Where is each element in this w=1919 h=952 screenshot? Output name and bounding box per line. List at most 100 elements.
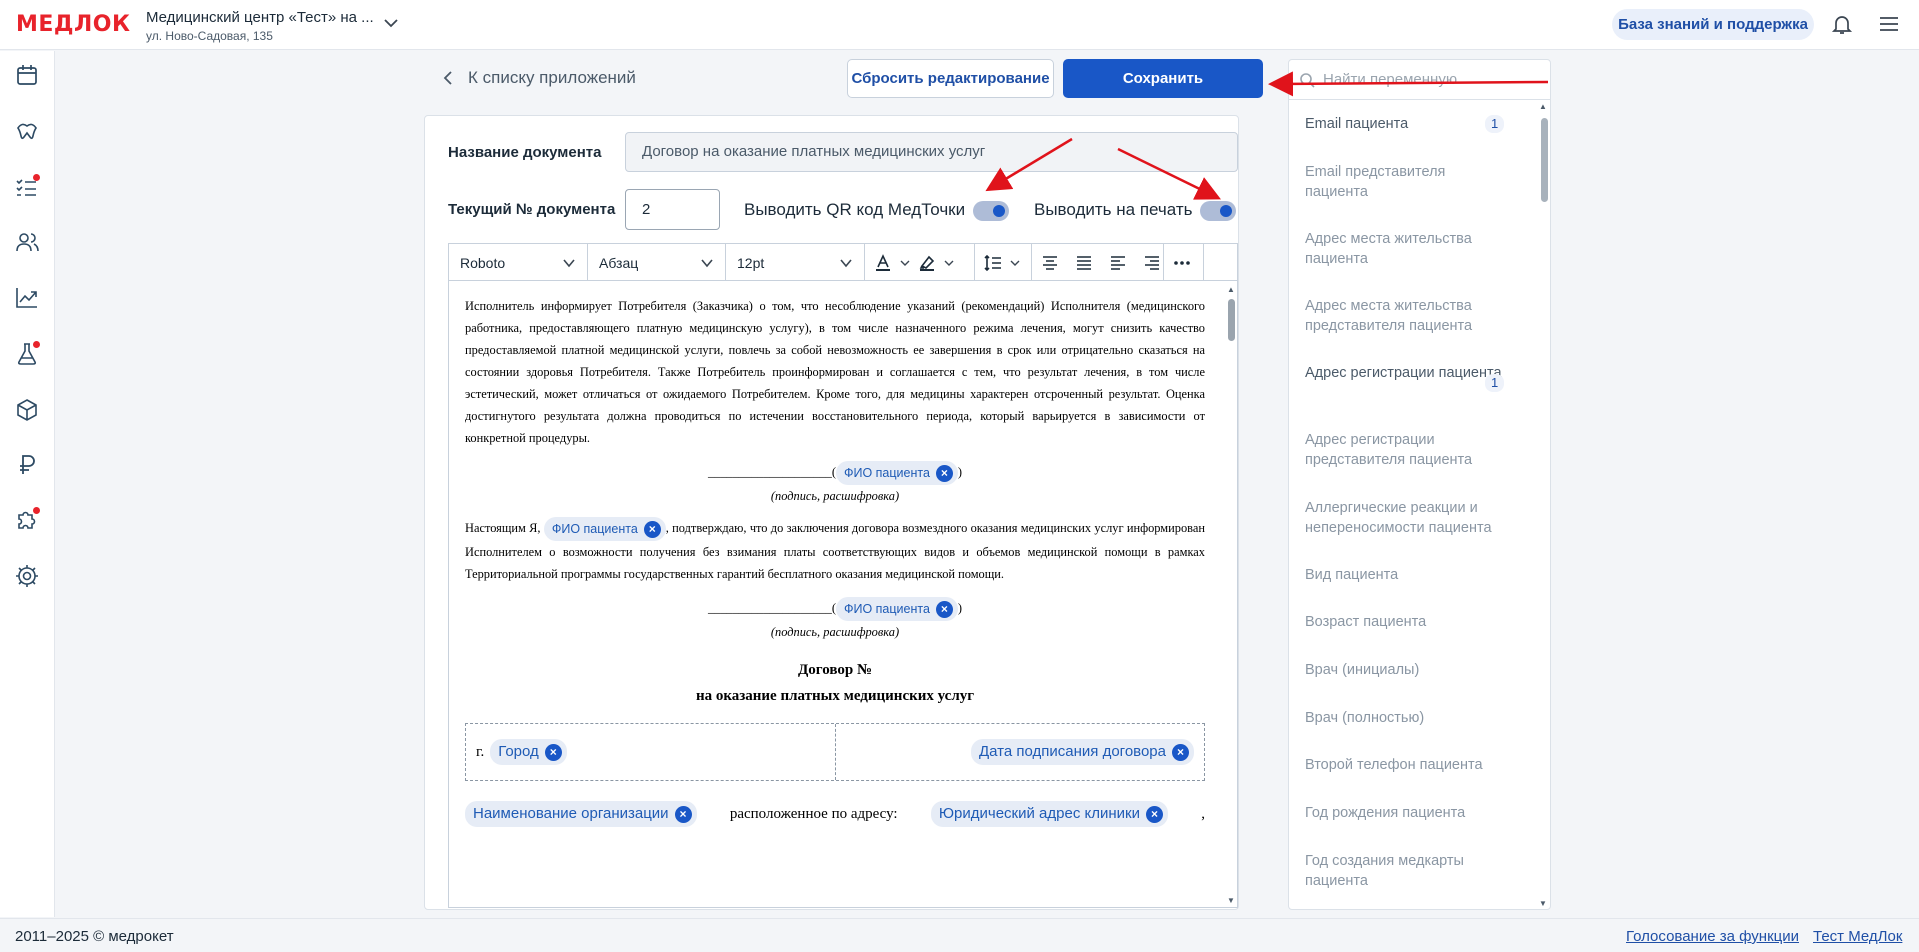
scroll-up-icon[interactable]: ▲ bbox=[1539, 102, 1547, 111]
remove-chip-icon[interactable]: × bbox=[935, 600, 953, 618]
back-link-label: К списку приложений bbox=[468, 68, 636, 87]
back-link[interactable]: К списку приложений bbox=[440, 68, 636, 88]
scroll-down-icon[interactable]: ▼ bbox=[1539, 899, 1547, 908]
sidebar bbox=[0, 51, 55, 943]
variable-chip[interactable]: Юридический адрес клиники × bbox=[930, 801, 1168, 828]
variable-item[interactable]: Адрес регистрации пациента bbox=[1305, 363, 1505, 383]
save-button[interactable]: Сохранить bbox=[1063, 59, 1263, 98]
variable-item[interactable]: Адрес места жительства пациента bbox=[1305, 229, 1505, 269]
align-right-icon[interactable] bbox=[1142, 253, 1162, 273]
scroll-up-icon[interactable]: ▲ bbox=[1227, 285, 1235, 294]
notification-dot bbox=[33, 174, 40, 181]
remove-chip-icon[interactable]: × bbox=[544, 743, 562, 761]
document-scrollbar[interactable]: ▲ ▼ bbox=[1227, 285, 1236, 905]
gear-icon[interactable] bbox=[14, 563, 40, 589]
logo[interactable]: МЕДЛОК bbox=[16, 12, 130, 37]
notification-dot bbox=[33, 507, 40, 514]
tasks-icon[interactable] bbox=[14, 174, 40, 200]
variable-item[interactable]: Адрес регистрации представителя пациента bbox=[1305, 430, 1505, 470]
font-family-value: Roboto bbox=[460, 254, 506, 271]
variable-item[interactable]: Email представителя пациента bbox=[1305, 162, 1505, 202]
signature-close: ) bbox=[957, 601, 963, 616]
remove-chip-icon[interactable]: × bbox=[935, 464, 953, 482]
qr-toggle[interactable] bbox=[973, 201, 1009, 221]
variable-item[interactable]: Адрес места жительства представителя пац… bbox=[1305, 296, 1505, 336]
remove-chip-icon[interactable]: × bbox=[1172, 743, 1189, 761]
signature-underline: ____________________( bbox=[707, 465, 836, 479]
chip-label: Наименование организации bbox=[473, 805, 669, 823]
variable-item[interactable]: Аллергические реакции и непереносимости … bbox=[1305, 498, 1505, 538]
users-icon[interactable] bbox=[14, 229, 40, 255]
notification-dot bbox=[33, 341, 40, 348]
align-justify-icon[interactable] bbox=[1074, 253, 1094, 273]
calendar-icon[interactable] bbox=[14, 62, 40, 88]
variable-chip[interactable]: ФИО пациента × bbox=[835, 597, 958, 622]
font-family-select[interactable]: Roboto bbox=[449, 244, 588, 281]
color-tools bbox=[865, 244, 975, 281]
variable-item[interactable]: Врач (инициалы) bbox=[1305, 660, 1505, 680]
variables-scrollbar[interactable]: ▲ ▼ bbox=[1539, 102, 1549, 908]
ruble-icon[interactable] bbox=[14, 452, 40, 478]
signature-caption: (подпись, расшифровка) bbox=[770, 625, 900, 640]
font-size-select[interactable]: 12pt bbox=[726, 244, 865, 281]
highlight-color-icon[interactable] bbox=[917, 253, 937, 273]
doc-number-input[interactable]: 2 bbox=[625, 189, 720, 230]
clinic-selector[interactable]: Медицинский центр «Тест» на ... ул. Ново… bbox=[146, 9, 374, 43]
variable-search-input[interactable]: Найти переменную bbox=[1289, 60, 1550, 100]
chevron-down-icon bbox=[701, 258, 713, 267]
chevron-down-icon[interactable] bbox=[943, 257, 955, 269]
align-center-icon[interactable] bbox=[1040, 253, 1060, 273]
qr-toggle-label: Выводить QR код МедТочки bbox=[744, 200, 966, 219]
warehouse-box-icon[interactable] bbox=[14, 397, 40, 423]
doc-name-input[interactable]: Договор на оказание платных медицинских … bbox=[625, 132, 1238, 172]
scrollbar-thumb[interactable] bbox=[1228, 299, 1235, 341]
lab-flask-icon[interactable] bbox=[14, 341, 40, 367]
clinic-address: ул. Ново-Садовая, 135 bbox=[146, 29, 273, 43]
more-tools bbox=[1164, 244, 1204, 281]
chevron-down-icon[interactable] bbox=[899, 257, 911, 269]
chevron-down-icon[interactable] bbox=[1009, 257, 1021, 269]
variable-item[interactable]: Год создания медкарты пациента bbox=[1305, 851, 1505, 891]
variable-chip[interactable]: Город × bbox=[490, 739, 567, 766]
variable-item[interactable]: Год рождения пациента bbox=[1305, 803, 1505, 823]
top-bar: МЕДЛОК Медицинский центр «Тест» на ... у… bbox=[0, 0, 1919, 50]
variable-item[interactable]: Вид пациента bbox=[1305, 565, 1505, 585]
document-editor-card: Название документа Договор на оказание п… bbox=[424, 115, 1239, 910]
remove-chip-icon[interactable]: × bbox=[1145, 805, 1163, 823]
print-toggle[interactable] bbox=[1200, 201, 1236, 221]
vote-features-link[interactable]: Голосование за функции bbox=[1626, 928, 1799, 945]
located-text: расположенное по адресу: bbox=[729, 806, 898, 823]
analytics-icon[interactable] bbox=[14, 285, 40, 311]
print-toggle-label: Выводить на печать bbox=[1034, 200, 1193, 219]
chevron-down-icon[interactable] bbox=[383, 15, 399, 31]
text-color-icon[interactable] bbox=[873, 253, 893, 273]
font-size-value: 12pt bbox=[737, 254, 765, 271]
more-dots-icon[interactable] bbox=[1172, 253, 1192, 273]
variable-chip[interactable]: ФИО пациента × bbox=[543, 517, 666, 542]
chevron-down-icon bbox=[563, 258, 575, 267]
variable-item[interactable]: Второй телефон пациента bbox=[1305, 755, 1505, 775]
bell-icon[interactable] bbox=[1830, 12, 1854, 36]
line-height-icon[interactable] bbox=[983, 253, 1003, 273]
test-medlok-link[interactable]: Тест МедЛок bbox=[1813, 928, 1902, 945]
scrollbar-thumb[interactable] bbox=[1541, 118, 1548, 202]
chip-label: ФИО пациента bbox=[843, 602, 930, 617]
variable-item[interactable]: Email пациента bbox=[1305, 114, 1505, 134]
variable-chip[interactable]: Наименование организации × bbox=[465, 801, 697, 828]
tooth-icon[interactable] bbox=[14, 118, 40, 144]
document-body[interactable]: Исполнитель информирует Потребителя (Зак… bbox=[448, 280, 1238, 908]
block-format-select[interactable]: Абзац bbox=[588, 244, 726, 281]
variable-item[interactable]: Врач (полностью) bbox=[1305, 708, 1505, 728]
reset-edit-button[interactable]: Сбросить редактирование bbox=[847, 59, 1054, 98]
scroll-down-icon[interactable]: ▼ bbox=[1227, 896, 1235, 905]
variable-chip[interactable]: ФИО пациента × bbox=[835, 461, 958, 486]
remove-chip-icon[interactable]: × bbox=[674, 805, 692, 823]
remove-chip-icon[interactable]: × bbox=[643, 520, 661, 538]
variable-item[interactable]: Возраст пациента bbox=[1305, 612, 1505, 632]
align-left-icon[interactable] bbox=[1108, 253, 1128, 273]
toggle-knob bbox=[1220, 205, 1232, 217]
menu-icon[interactable] bbox=[1877, 12, 1901, 36]
puzzle-icon[interactable] bbox=[14, 507, 40, 533]
variable-chip[interactable]: Дата подписания договора × bbox=[971, 739, 1194, 766]
knowledge-base-button[interactable]: База знаний и поддержка bbox=[1612, 9, 1814, 40]
